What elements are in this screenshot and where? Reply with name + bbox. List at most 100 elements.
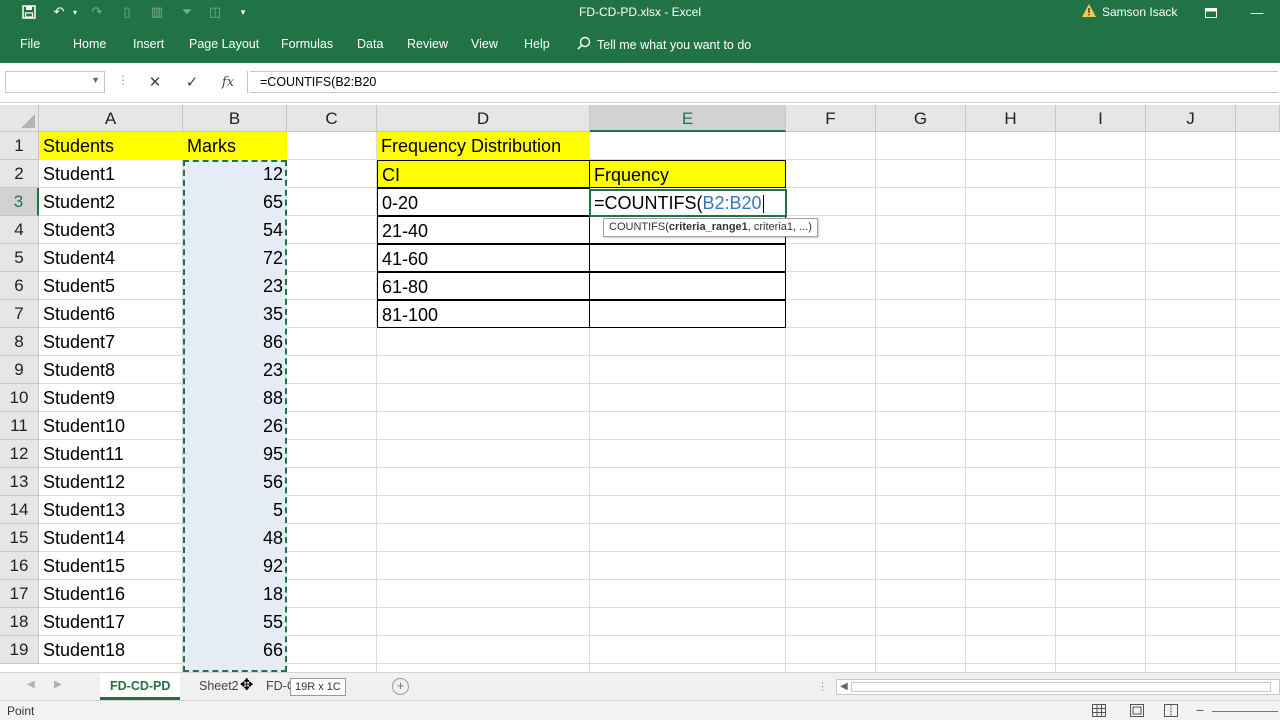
tab-help[interactable]: Help	[524, 37, 550, 51]
cell-a10[interactable]: Student9	[39, 384, 183, 412]
row-header-5[interactable]: 5	[0, 244, 39, 272]
cell-a6[interactable]: Student5	[39, 272, 183, 300]
row-header-18[interactable]: 18	[0, 608, 39, 636]
column-header-b[interactable]: B	[183, 105, 287, 132]
cell-b16[interactable]: 92	[183, 552, 287, 580]
row-header-1[interactable]: 1	[0, 132, 39, 160]
enter-entry-icon[interactable]: ✓	[180, 71, 204, 93]
cell-b12[interactable]: 95	[183, 440, 287, 468]
cell-a2[interactable]: Student1	[39, 160, 183, 188]
scroll-tabs-right-icon[interactable]: ▶	[54, 679, 62, 690]
cell-a1[interactable]: Students	[39, 132, 183, 160]
tab-data[interactable]: Data	[357, 37, 383, 51]
tab-formulas[interactable]: Formulas	[281, 37, 333, 51]
formula-bar-grip-icon[interactable]: ⋮	[117, 73, 129, 87]
tab-splitter-icon[interactable]: ⋮	[817, 680, 828, 693]
scroll-tabs-left-icon[interactable]: ◀	[27, 679, 35, 690]
scrollbar-thumb[interactable]	[851, 682, 1271, 692]
cell-a7[interactable]: Student6	[39, 300, 183, 328]
column-header-h[interactable]: H	[966, 105, 1056, 132]
name-box[interactable]: ▼	[5, 71, 105, 93]
sheet-tab-fd-cd-pd[interactable]: FD-CD-PD	[100, 673, 181, 700]
row-header-8[interactable]: 8	[0, 328, 39, 356]
column-header-e[interactable]: E	[590, 105, 786, 132]
column-header-j[interactable]: J	[1146, 105, 1236, 132]
cell-e7[interactable]	[589, 300, 786, 328]
row-header-15[interactable]: 15	[0, 524, 39, 552]
cell-b8[interactable]: 86	[183, 328, 287, 356]
tab-view[interactable]: View	[471, 37, 498, 51]
cell-e2[interactable]: Frquency	[589, 160, 786, 188]
normal-view-icon[interactable]	[1092, 704, 1106, 717]
row-header-17[interactable]: 17	[0, 580, 39, 608]
cell-b18[interactable]: 55	[183, 608, 287, 636]
cell-a13[interactable]: Student12	[39, 468, 183, 496]
cell-b4[interactable]: 54	[183, 216, 287, 244]
tab-insert[interactable]: Insert	[133, 37, 164, 51]
tab-file[interactable]: File	[20, 37, 40, 51]
add-sheet-icon[interactable]: +	[392, 678, 409, 695]
cell-b17[interactable]: 18	[183, 580, 287, 608]
row-header-6[interactable]: 6	[0, 272, 39, 300]
page-break-view-icon[interactable]	[1164, 704, 1178, 717]
row-header-7[interactable]: 7	[0, 300, 39, 328]
cell-d3[interactable]: 0-20	[377, 188, 590, 216]
cell-d7[interactable]: 81-100	[377, 300, 590, 328]
cell-b6[interactable]: 23	[183, 272, 287, 300]
row-header-9[interactable]: 9	[0, 356, 39, 384]
cell-b11[interactable]: 26	[183, 412, 287, 440]
column-header-a[interactable]: A	[39, 105, 183, 132]
cancel-entry-icon[interactable]: ✕	[143, 71, 167, 93]
column-header-d[interactable]: D	[377, 105, 590, 132]
user-account[interactable]: Samson Isack	[1082, 4, 1177, 20]
row-header-19[interactable]: 19	[0, 636, 39, 664]
cell-e6[interactable]	[589, 272, 786, 300]
cell-a9[interactable]: Student8	[39, 356, 183, 384]
cell-b10[interactable]: 88	[183, 384, 287, 412]
scroll-left-icon[interactable]: ◀	[840, 681, 848, 692]
row-header-11[interactable]: 11	[0, 412, 39, 440]
cell-a3[interactable]: Student2	[39, 188, 183, 216]
column-header-g[interactable]: G	[876, 105, 966, 132]
column-header-f[interactable]: F	[786, 105, 876, 132]
zoom-slider[interactable]	[1212, 711, 1278, 712]
tab-review[interactable]: Review	[407, 37, 448, 51]
minimize-icon[interactable]: —	[1234, 0, 1280, 25]
cell-a17[interactable]: Student16	[39, 580, 183, 608]
cell-b15[interactable]: 48	[183, 524, 287, 552]
cell-e3-editing[interactable]: =COUNTIFS(B2:B20	[589, 189, 787, 217]
worksheet-grid[interactable]: A B C D E F G H I J 1 2 3 4 5 6 7 8 9 10 11 12 13 14 1…	[0, 105, 1280, 672]
column-header-i[interactable]: I	[1056, 105, 1146, 132]
cell-e5[interactable]	[589, 244, 786, 272]
insert-function-icon[interactable]: fx	[216, 71, 240, 93]
cell-b9[interactable]: 23	[183, 356, 287, 384]
cell-b2[interactable]: 12	[183, 160, 287, 188]
row-header-12[interactable]: 12	[0, 440, 39, 468]
cell-b7[interactable]: 35	[183, 300, 287, 328]
tab-page-layout[interactable]: Page Layout	[189, 37, 259, 51]
cell-a11[interactable]: Student10	[39, 412, 183, 440]
row-header-16[interactable]: 16	[0, 552, 39, 580]
cell-b13[interactable]: 56	[183, 468, 287, 496]
cell-a5[interactable]: Student4	[39, 244, 183, 272]
cell-a19[interactable]: Student18	[39, 636, 183, 664]
row-header-13[interactable]: 13	[0, 468, 39, 496]
row-header-2[interactable]: 2	[0, 160, 39, 188]
function-tooltip[interactable]: COUNTIFS(criteria_range1, criteria1, ...…	[603, 218, 818, 237]
cell-a15[interactable]: Student14	[39, 524, 183, 552]
cell-a18[interactable]: Student17	[39, 608, 183, 636]
horizontal-scrollbar[interactable]: ◀	[836, 679, 1280, 695]
cell-b1[interactable]: Marks	[183, 132, 287, 160]
row-header-4[interactable]: 4	[0, 216, 39, 244]
page-layout-view-icon[interactable]	[1130, 704, 1144, 717]
formula-input[interactable]: =COUNTIFS(B2:B20	[250, 71, 1278, 93]
cell-b19[interactable]: 66	[183, 636, 287, 664]
cell-a4[interactable]: Student3	[39, 216, 183, 244]
cell-a14[interactable]: Student13	[39, 496, 183, 524]
ribbon-display-icon[interactable]	[1188, 0, 1234, 25]
tell-me-search[interactable]: Tell me what you want to do	[577, 36, 751, 53]
zoom-out-icon[interactable]: −	[1196, 702, 1204, 718]
row-header-3[interactable]: 3	[0, 188, 39, 216]
cell-a8[interactable]: Student7	[39, 328, 183, 356]
cell-b14[interactable]: 5	[183, 496, 287, 524]
